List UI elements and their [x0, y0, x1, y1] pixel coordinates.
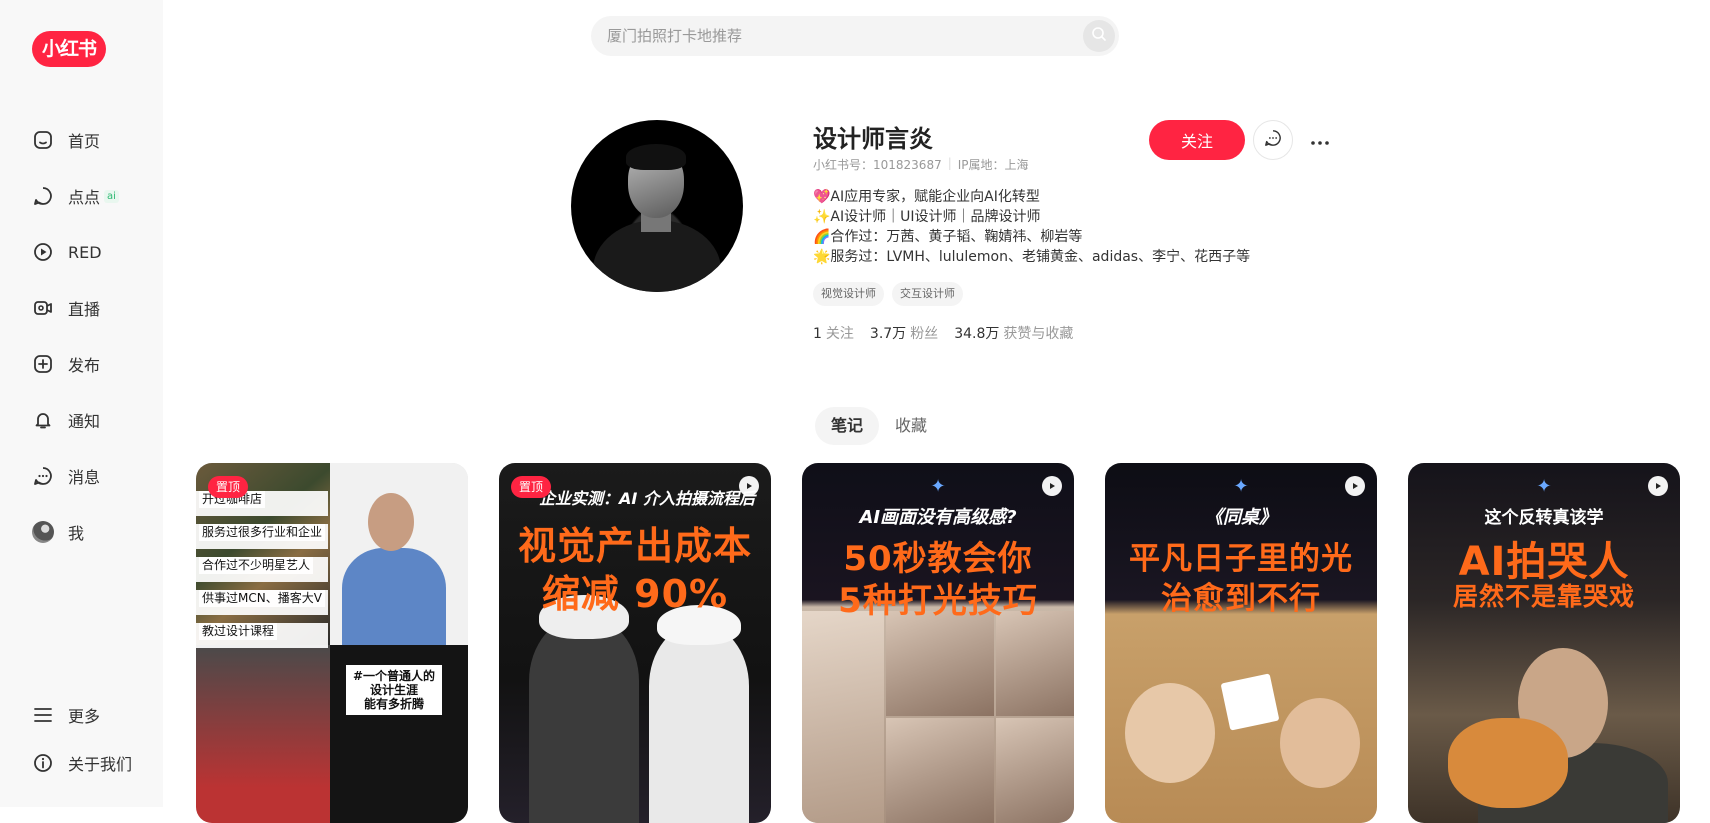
avatar-icon — [32, 521, 54, 543]
ai-badge: ai — [104, 189, 119, 203]
meta-divider: | — [947, 156, 952, 170]
red-id: 小红书号：101823687 — [813, 158, 942, 172]
card-text-list: 开过咖啡店 服务过很多行业和企业 合作过不少明星艺人 供事过MCN、播客大V 教… — [196, 491, 329, 656]
ip-location: IP属地：上海 — [957, 158, 1029, 172]
sidebar-item-label: 直播 — [68, 300, 101, 319]
card-subtitle: 这个反转真该学 — [1484, 508, 1604, 528]
pinned-badge: 置顶 — [511, 476, 552, 498]
bio-line: 🌟服务过：LVMH、lululemon、老铺黄金、adidas、李宁、花西子等 — [813, 249, 1251, 265]
sparkle-icon: ✦ — [1233, 476, 1249, 497]
sidebar-item-publish[interactable]: 发布 — [32, 348, 100, 380]
play-circle-icon — [32, 241, 54, 263]
card-caption: #一个普通人的 设计生涯 能有多折腾 — [346, 665, 442, 715]
note-card[interactable]: ✦ AI画面没有高级感? 50秒教会你 5种打光技巧 — [802, 463, 1074, 823]
sidebar-item-label: RED — [68, 242, 102, 262]
bio-line: ✨AI设计师｜UI设计师｜品牌设计师 — [813, 209, 1041, 225]
sidebar-item-label: 更多 — [68, 707, 101, 726]
message-button[interactable] — [1253, 120, 1293, 160]
tag: 视觉设计师 — [813, 282, 884, 306]
chat-bubble-icon — [32, 185, 54, 207]
sidebar-item-about[interactable]: 关于我们 — [32, 747, 132, 779]
profile-meta: 小红书号：101823687 | IP属地：上海 — [813, 156, 1029, 173]
sidebar-item-diandian[interactable]: 点点 ai — [32, 180, 119, 212]
sidebar-item-home[interactable]: 首页 — [32, 124, 100, 156]
search-icon — [1091, 26, 1107, 46]
profile-stats: 1 关注 3.7万 粉丝 34.8万 获赞与收藏 — [813, 323, 1073, 343]
card-subtitle: 《同桌》 — [1205, 507, 1277, 528]
bio-line: 🌈合作过：万茜、黄子韬、鞠婧祎、柳岩等 — [813, 229, 1083, 245]
card-headline: 视觉产出成本 — [517, 524, 752, 568]
sidebar-item-label: 发布 — [68, 356, 101, 375]
sidebar-item-label: 我 — [68, 524, 85, 543]
note-card[interactable]: #一个普通人的 设计生涯 能有多折腾 置顶 开过咖啡店 服务过很多行业和企业 合作过… — [196, 463, 468, 823]
sidebar-item-notifications[interactable]: 通知 — [32, 404, 100, 436]
card-headline: 居然不是靠哭戏 — [1452, 582, 1635, 611]
sidebar-item-more[interactable]: 更多 — [32, 699, 100, 731]
sidebar-item-label: 首页 — [68, 132, 101, 151]
sidebar-item-live[interactable]: 直播 — [32, 292, 100, 324]
follow-button[interactable]: 关注 — [1149, 120, 1245, 160]
sidebar-item-label: 关于我们 — [68, 755, 133, 774]
ellipsis-icon — [1310, 130, 1330, 151]
profile-tags: 视觉设计师 交互设计师 — [813, 282, 963, 306]
note-card[interactable]: ✦ 《同桌》 平凡日子里的光 治愈到不行 — [1105, 463, 1377, 823]
profile-nickname: 设计师言炎 — [813, 125, 933, 153]
profile-bio: 💖AI应用专家，赋能企业向AI化转型 ✨AI设计师｜UI设计师｜品牌设计师 🌈合… — [813, 187, 1250, 267]
video-play-icon — [1042, 476, 1062, 496]
xiaohongshu-logo[interactable]: 小红书 — [32, 31, 106, 67]
card-headline: 5种打光技巧 — [838, 581, 1038, 621]
message-icon — [32, 465, 54, 487]
sidebar-item-red[interactable]: RED — [32, 236, 102, 268]
stat-following[interactable]: 1 关注 — [813, 323, 854, 343]
card-subtitle: AI画面没有高级感? — [859, 507, 1017, 528]
info-icon — [32, 752, 54, 774]
sidebar-item-me[interactable]: 我 — [32, 516, 84, 548]
search-bar — [591, 16, 1119, 56]
sidebar-item-label: 点点 — [68, 188, 101, 207]
sparkle-icon: ✦ — [1536, 476, 1552, 497]
note-card[interactable]: ✦ 这个反转真该学 AI拍哭人 居然不是靠哭戏 — [1408, 463, 1680, 823]
video-play-icon — [1345, 476, 1365, 496]
profile-avatar — [571, 120, 743, 292]
sidebar-item-label: 通知 — [68, 412, 101, 431]
bell-icon — [32, 409, 54, 431]
menu-icon — [32, 704, 54, 726]
card-headline: 平凡日子里的光 — [1129, 541, 1353, 577]
sparkle-icon: ✦ — [930, 476, 946, 497]
live-camera-icon — [32, 297, 54, 319]
video-play-icon — [739, 476, 759, 496]
stat-likes: 34.8万 获赞与收藏 — [954, 326, 1074, 342]
video-play-icon — [1648, 476, 1668, 496]
stat-followers[interactable]: 3.7万 粉丝 — [870, 323, 938, 343]
search-input[interactable] — [607, 16, 1047, 56]
more-options-button[interactable] — [1303, 120, 1337, 160]
plus-square-icon — [32, 353, 54, 375]
sidebar-item-label: 消息 — [68, 468, 101, 487]
search-button[interactable] — [1083, 20, 1115, 52]
tab-notes[interactable]: 笔记 — [815, 407, 879, 445]
chat-icon — [1264, 129, 1282, 151]
pinned-badge: 置顶 — [208, 476, 249, 498]
card-headline: 缩减 90% — [541, 572, 729, 616]
sidebar-item-messages[interactable]: 消息 — [32, 460, 100, 492]
tab-collections[interactable]: 收藏 — [895, 407, 927, 445]
home-icon — [32, 129, 54, 151]
bio-line: 💖AI应用专家，赋能企业向AI化转型 — [813, 189, 1040, 205]
sidebar: 小红书 首页 点点 ai RED 直播 发布 通知 消息 我 更多 关于我们 — [0, 0, 163, 807]
card-headline: 治愈到不行 — [1161, 581, 1321, 617]
note-card[interactable]: 置顶 企业实测：AI 介入拍摄流程后 视觉产出成本 缩减 90% — [499, 463, 771, 823]
tag: 交互设计师 — [892, 282, 963, 306]
